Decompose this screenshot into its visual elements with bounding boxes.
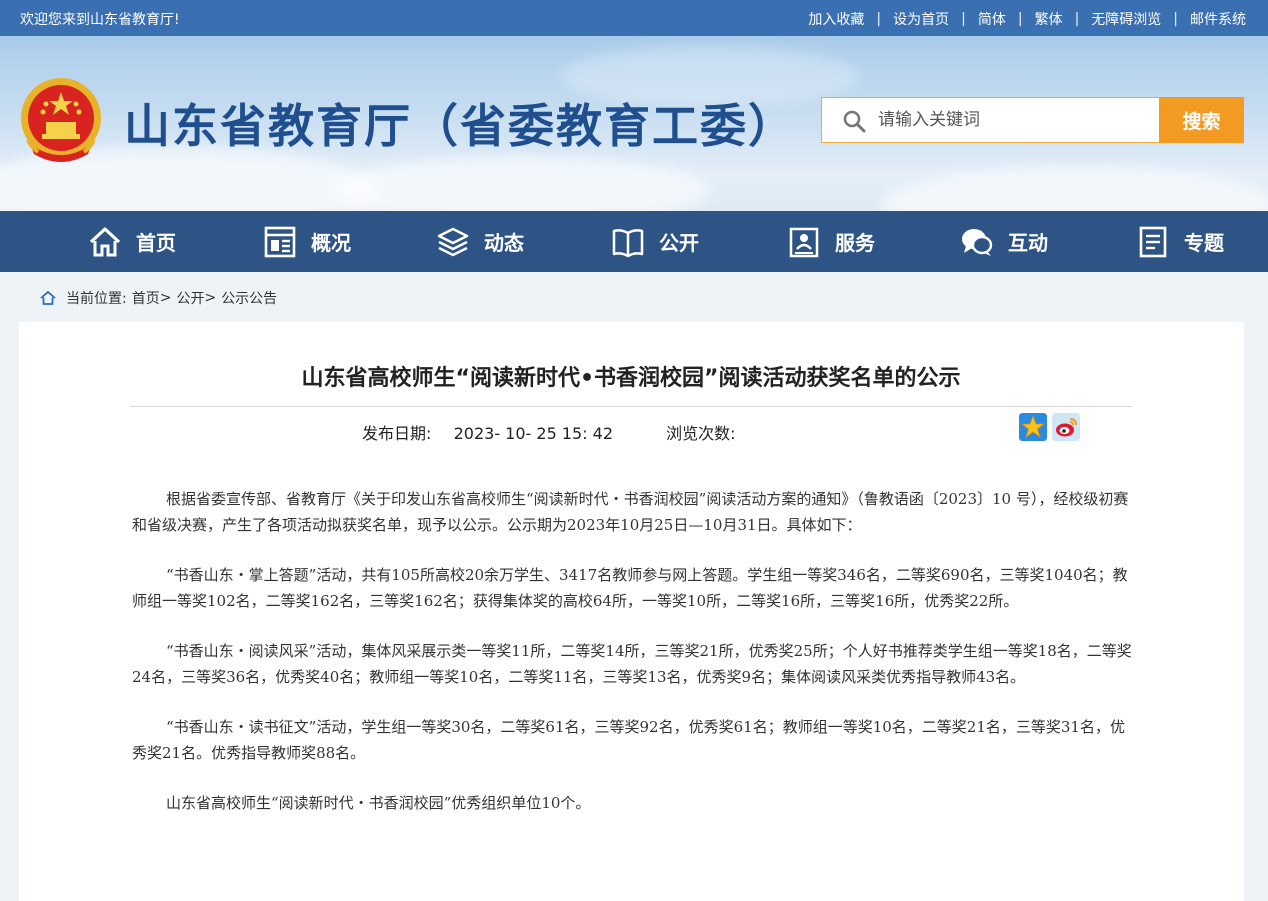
article-paragraph: 根据省委宣传部、省教育厅《关于印发山东省高校师生“阅读新时代・书香润校园”阅读活… bbox=[132, 490, 1129, 534]
views-label: 浏览次数: bbox=[666, 424, 736, 443]
search-input[interactable] bbox=[878, 108, 1148, 132]
article-body: 根据省委宣传部、省教育厅《关于印发山东省高校师生“阅读新时代・书香润校园”阅读活… bbox=[132, 486, 1132, 840]
nav-item-news[interactable]: 动态 bbox=[436, 211, 524, 272]
weibo-share-icon[interactable] bbox=[1052, 413, 1080, 441]
favorite-star-icon[interactable] bbox=[1019, 413, 1047, 441]
site-header: 山东省教育厅（省委教育工委） 搜索 bbox=[0, 36, 1268, 211]
nav-label: 公开 bbox=[659, 231, 699, 255]
accessibility-link[interactable]: 无障碍浏览 bbox=[1091, 9, 1161, 29]
national-emblem-icon bbox=[21, 78, 101, 162]
publish-date: 2023- 10- 25 15: 42 bbox=[453, 424, 614, 443]
article-paragraph: “书香山东・掌上答题”活动，共有105所高校20余万学生、3417名教师参与网上… bbox=[132, 566, 1128, 610]
article-paragraph: 山东省高校师生“阅读新时代・书香润校园”优秀组织单位10个。 bbox=[166, 794, 591, 812]
nav-item-service[interactable]: 服务 bbox=[787, 211, 875, 272]
mail-system-link[interactable]: 邮件系统 bbox=[1190, 9, 1246, 29]
simplified-chinese-link[interactable]: 简体 bbox=[978, 9, 1006, 29]
separator: | bbox=[1173, 11, 1178, 27]
site-title: 山东省教育厅（省委教育工委） bbox=[124, 99, 796, 153]
nav-label: 互动 bbox=[1008, 231, 1048, 255]
top-links: 加入收藏 | 设为首页 | 简体 | 繁体 | 无障碍浏览 | 邮件系统 bbox=[808, 9, 1246, 29]
overview-icon bbox=[264, 226, 296, 257]
article-meta: 发布日期: 2023- 10- 25 15: 42 浏览次数: bbox=[362, 420, 736, 444]
nav-label: 概况 bbox=[311, 231, 351, 255]
nav-label: 动态 bbox=[484, 231, 524, 255]
breadcrumb: 当前位置: 首页 > 公开 > 公示公告 bbox=[40, 288, 277, 308]
separator: | bbox=[876, 11, 882, 27]
top-bar: 欢迎您来到山东省教育厅! 加入收藏 | 设为首页 | 简体 | 繁体 | 无障碍… bbox=[0, 0, 1268, 36]
news-stack-icon bbox=[437, 227, 469, 256]
home-location-icon bbox=[40, 291, 56, 305]
main-nav: 首页 概况 动态 公开 服务 互动 专题 bbox=[0, 211, 1268, 272]
nav-item-overview[interactable]: 概况 bbox=[263, 211, 351, 272]
search-box bbox=[821, 97, 1159, 143]
chat-icon bbox=[962, 228, 993, 256]
date-label: 发布日期: bbox=[362, 424, 432, 443]
article-title: 山东省高校师生“阅读新时代•书香润校园”阅读活动获奖名单的公示 bbox=[301, 366, 961, 391]
welcome-text: 欢迎您来到山东省教育厅! bbox=[20, 12, 180, 28]
document-icon bbox=[1139, 226, 1167, 257]
article-paragraph: “书香山东・阅读风采”活动，集体风采展示类一等奖11所，二等奖14所，三等奖21… bbox=[132, 642, 1132, 686]
add-favorite-link[interactable]: 加入收藏 bbox=[808, 9, 864, 29]
separator: | bbox=[961, 11, 966, 27]
article-paragraph: “书香山东・读书征文”活动，学生组一等奖30名，二等奖61名，三等奖92名，优秀… bbox=[132, 718, 1125, 762]
breadcrumb-separator: > bbox=[204, 290, 217, 306]
cloud-decoration bbox=[330, 156, 710, 211]
traditional-chinese-link[interactable]: 繁体 bbox=[1035, 9, 1063, 29]
nav-item-home[interactable]: 首页 bbox=[88, 211, 176, 272]
separator: | bbox=[1017, 11, 1023, 27]
search-icon bbox=[843, 110, 866, 133]
nav-label: 专题 bbox=[1184, 231, 1224, 255]
search-button[interactable]: 搜索 bbox=[1159, 97, 1244, 143]
open-book-icon bbox=[612, 228, 644, 257]
breadcrumb-prefix: 当前位置: bbox=[66, 291, 127, 307]
nav-item-open[interactable]: 公开 bbox=[611, 211, 699, 272]
nav-item-interaction[interactable]: 互动 bbox=[960, 211, 1048, 272]
set-homepage-link[interactable]: 设为首页 bbox=[893, 9, 949, 29]
service-icon bbox=[789, 227, 819, 257]
separator: | bbox=[1074, 11, 1080, 27]
home-icon bbox=[89, 226, 121, 256]
title-divider bbox=[130, 406, 1132, 407]
cloud-decoration bbox=[880, 166, 1268, 211]
nav-label: 首页 bbox=[136, 231, 176, 255]
nav-label: 服务 bbox=[835, 231, 875, 255]
breadcrumb-open[interactable]: 公开 bbox=[176, 288, 204, 308]
nav-item-topics[interactable]: 专题 bbox=[1136, 211, 1224, 272]
breadcrumb-announcements[interactable]: 公示公告 bbox=[221, 288, 277, 308]
breadcrumb-separator: > bbox=[159, 290, 172, 306]
breadcrumb-home[interactable]: 首页 bbox=[132, 288, 160, 308]
